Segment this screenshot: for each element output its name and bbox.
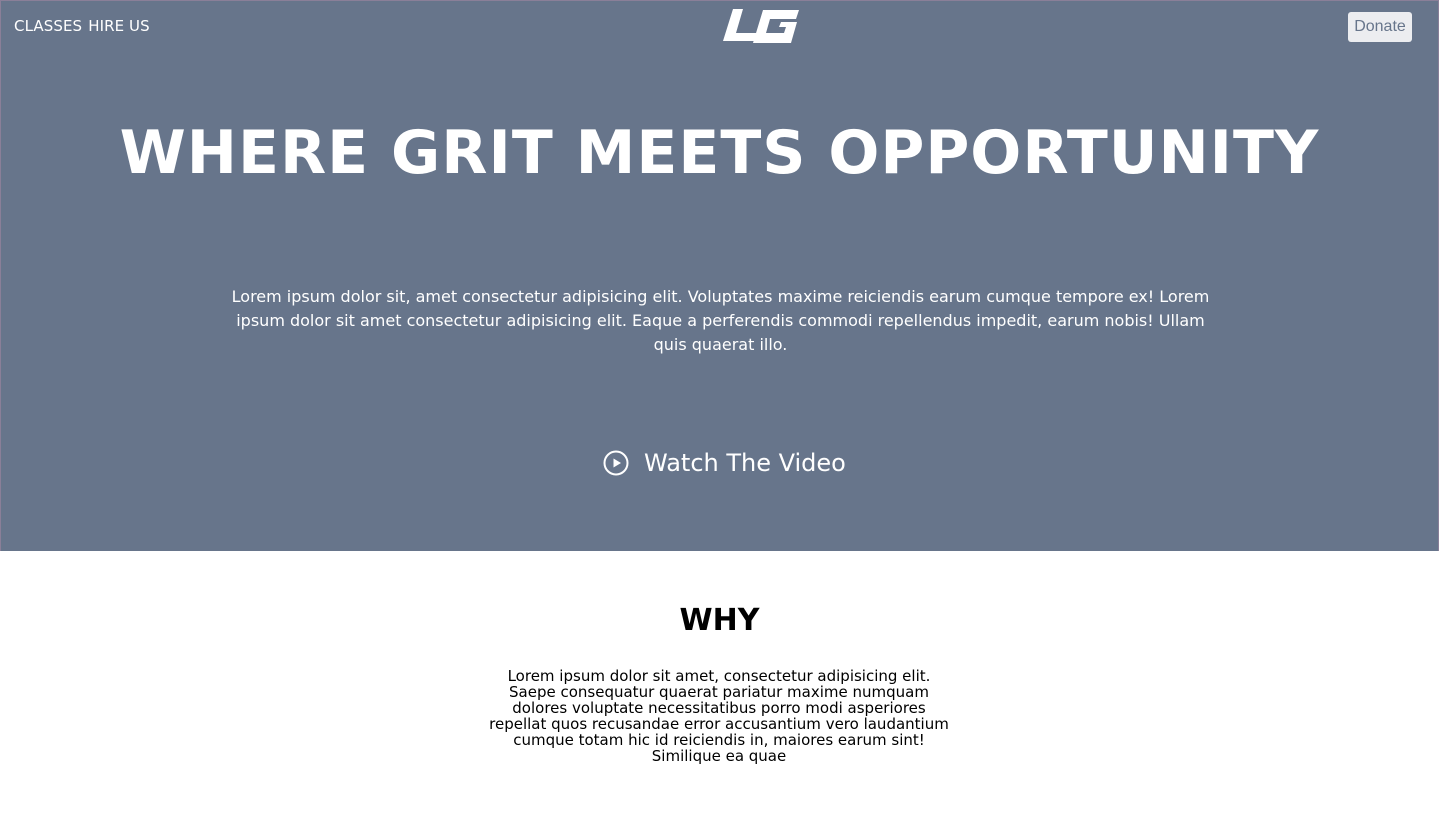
- why-text: Lorem ipsum dolor sit amet, consectetur …: [489, 667, 949, 765]
- top-nav: CLASSES HIRE US: [14, 17, 150, 35]
- play-circle-icon: [603, 450, 629, 476]
- hero-section: CLASSES HIRE US LG Donate WHERE GRIT MEE…: [0, 0, 1439, 551]
- hero-headline: WHERE GRIT MEETS OPPORTUNITY: [119, 118, 1320, 188]
- watch-video-link[interactable]: Watch The Video: [603, 449, 846, 477]
- nav-link-classes[interactable]: CLASSES: [14, 17, 82, 35]
- lg-logo[interactable]: LG: [723, 7, 799, 47]
- why-heading: WHY: [679, 603, 760, 638]
- hero-intro-text: Lorem ipsum dolor sit, amet consectetur …: [231, 287, 1210, 354]
- donate-button[interactable]: Donate: [1348, 12, 1412, 42]
- nav-link-hire-us[interactable]: HIRE US: [88, 17, 150, 35]
- watch-video-label: Watch The Video: [644, 449, 846, 477]
